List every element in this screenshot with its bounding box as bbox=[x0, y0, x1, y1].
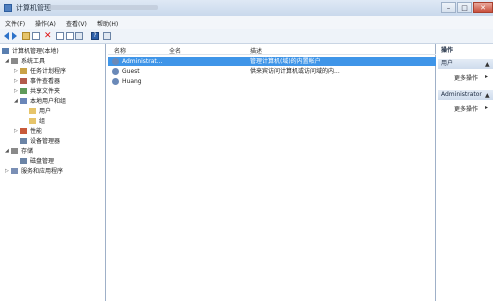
more-actions-item[interactable]: 更多操作 bbox=[454, 104, 478, 113]
tree-item-label: 本地用户和组 bbox=[30, 98, 67, 105]
help-icon[interactable]: ? bbox=[91, 32, 99, 40]
expand-icon[interactable]: ▷ bbox=[14, 127, 19, 136]
actions-pane: 操作 用户 ▲ 更多操作 ▸ Administrator ▲ 更多操作 ▸ bbox=[438, 44, 493, 301]
expand-icon[interactable]: ▷ bbox=[5, 167, 10, 176]
window-controls: – □ ✕ bbox=[440, 2, 493, 13]
title-bar: 计算机管理 – □ ✕ bbox=[0, 0, 493, 17]
storage-icon bbox=[11, 148, 18, 154]
back-arrow-icon[interactable] bbox=[4, 32, 9, 40]
tree-item[interactable]: ▷ 性能 bbox=[14, 127, 43, 136]
folder-icon bbox=[29, 118, 36, 124]
event-icon bbox=[20, 78, 27, 84]
mmc-icon[interactable] bbox=[103, 32, 111, 40]
menu-bar: 文件(F) 操作(A) 查看(V) 帮助(H) bbox=[0, 16, 493, 30]
properties-icon[interactable] bbox=[56, 32, 64, 40]
device-icon bbox=[20, 138, 27, 144]
tree-item-label: 存储 bbox=[21, 148, 34, 155]
folder-icon bbox=[29, 108, 36, 114]
clock-icon bbox=[20, 68, 27, 74]
tree-item[interactable]: ▷ 任务计划程序 bbox=[14, 67, 67, 76]
submenu-arrow-icon: ▸ bbox=[485, 73, 489, 80]
tree-item[interactable]: 磁盘管理 bbox=[20, 157, 54, 166]
submenu-arrow-icon: ▸ bbox=[485, 104, 489, 111]
user-icon bbox=[112, 58, 119, 65]
tree-item[interactable]: ◢ 本地用户和组 bbox=[14, 97, 67, 106]
menu-action[interactable]: 操作(A) bbox=[35, 19, 56, 28]
user-description: 供来宾访问计算机或访问域的内... bbox=[250, 68, 340, 75]
user-name: Huang bbox=[122, 78, 142, 85]
list-header: 名称 全名 描述 bbox=[108, 44, 436, 55]
user-icon bbox=[112, 78, 119, 85]
tree-item-label: 磁盘管理 bbox=[30, 158, 55, 165]
user-icon bbox=[112, 68, 119, 75]
column-name[interactable]: 名称 bbox=[114, 46, 126, 55]
user-row[interactable]: Huang bbox=[108, 77, 436, 86]
column-fullname[interactable]: 全名 bbox=[169, 46, 181, 55]
tree-item[interactable]: ▷ 事件查看器 bbox=[14, 77, 61, 86]
tree-item[interactable]: 设备管理器 bbox=[20, 137, 60, 146]
collapse-icon[interactable]: ◢ bbox=[14, 97, 19, 106]
tree-item[interactable]: ◢ 存储 bbox=[5, 147, 34, 156]
tree-item-label: 用户 bbox=[39, 108, 52, 115]
tree-item-label: 计算机管理(本地) bbox=[12, 48, 59, 55]
disk-icon bbox=[20, 158, 27, 164]
tree-item-label: 组 bbox=[39, 118, 46, 125]
expand-icon[interactable]: ▷ bbox=[14, 67, 19, 76]
column-description[interactable]: 描述 bbox=[250, 46, 262, 55]
collapse-section-icon[interactable]: ▲ bbox=[485, 61, 490, 68]
up-folder-icon[interactable] bbox=[22, 32, 30, 40]
collapse-section-icon[interactable]: ▲ bbox=[485, 92, 490, 99]
minimize-icon[interactable]: – bbox=[441, 2, 456, 13]
maximize-icon[interactable]: □ bbox=[457, 2, 472, 13]
user-list: 名称 全名 描述 Administrat... 管理计算机(域)的内置帐户 Gues… bbox=[108, 44, 436, 301]
show-hide-tree-icon[interactable] bbox=[32, 32, 40, 40]
share-icon bbox=[20, 88, 27, 94]
tree-item-label: 任务计划程序 bbox=[30, 68, 67, 75]
tree-item[interactable]: 组 bbox=[29, 117, 45, 126]
collapse-icon[interactable]: ◢ bbox=[5, 147, 10, 156]
toolbar: ✕ ? bbox=[0, 29, 493, 44]
tools-icon bbox=[11, 58, 18, 64]
expand-icon[interactable]: ▷ bbox=[14, 77, 19, 86]
tree-item-label: 共享文件夹 bbox=[30, 88, 61, 95]
export-list-icon[interactable] bbox=[75, 32, 83, 40]
menu-file[interactable]: 文件(F) bbox=[5, 19, 25, 28]
tree-item-label: 服务和应用程序 bbox=[21, 168, 64, 175]
user-description: 管理计算机(域)的内置帐户 bbox=[250, 58, 321, 65]
tree-item[interactable]: ▷ 服务和应用程序 bbox=[5, 167, 64, 176]
expand-icon[interactable]: ▷ bbox=[14, 87, 19, 96]
tree-item-label: 事件查看器 bbox=[30, 78, 61, 85]
computer-management-icon bbox=[4, 4, 12, 12]
tree-item[interactable]: 用户 bbox=[29, 107, 51, 116]
computer-icon bbox=[2, 48, 9, 54]
menu-help[interactable]: 帮助(H) bbox=[97, 19, 118, 28]
tree-item[interactable]: ▷ 共享文件夹 bbox=[14, 87, 61, 96]
tree-item-label: 设备管理器 bbox=[30, 138, 61, 145]
services-icon bbox=[11, 168, 18, 174]
tree-item[interactable]: 计算机管理(本地) bbox=[2, 47, 59, 56]
tree-item-label: 性能 bbox=[30, 128, 43, 135]
tree-item-label: 系统工具 bbox=[21, 58, 46, 65]
user-name: Administrat... bbox=[122, 58, 163, 65]
forward-arrow-icon[interactable] bbox=[12, 32, 17, 40]
actions-header: 操作 bbox=[441, 47, 454, 54]
user-row[interactable]: Guest 供来宾访问计算机或访问域的内... bbox=[108, 67, 436, 76]
users-icon bbox=[20, 98, 27, 104]
console-tree: 计算机管理(本地) ◢ 系统工具 ▷ 任务计划程序 ▷ 事件查看器 ▷ 共享文件夹 ◢ 本地用户和组… bbox=[0, 44, 106, 301]
window-title: 计算机管理 bbox=[16, 4, 51, 12]
collapse-icon[interactable]: ◢ bbox=[5, 57, 10, 66]
performance-icon bbox=[20, 128, 27, 134]
delete-icon[interactable]: ✕ bbox=[44, 32, 54, 41]
user-name: Guest bbox=[122, 68, 140, 75]
title-blur bbox=[48, 5, 158, 10]
tree-item[interactable]: ◢ 系统工具 bbox=[5, 57, 46, 66]
more-actions-item[interactable]: 更多操作 bbox=[454, 73, 478, 82]
user-row[interactable]: Administrat... 管理计算机(域)的内置帐户 bbox=[108, 57, 436, 66]
refresh-icon[interactable] bbox=[66, 32, 74, 40]
menu-view[interactable]: 查看(V) bbox=[66, 19, 87, 28]
close-icon[interactable]: ✕ bbox=[473, 2, 493, 13]
